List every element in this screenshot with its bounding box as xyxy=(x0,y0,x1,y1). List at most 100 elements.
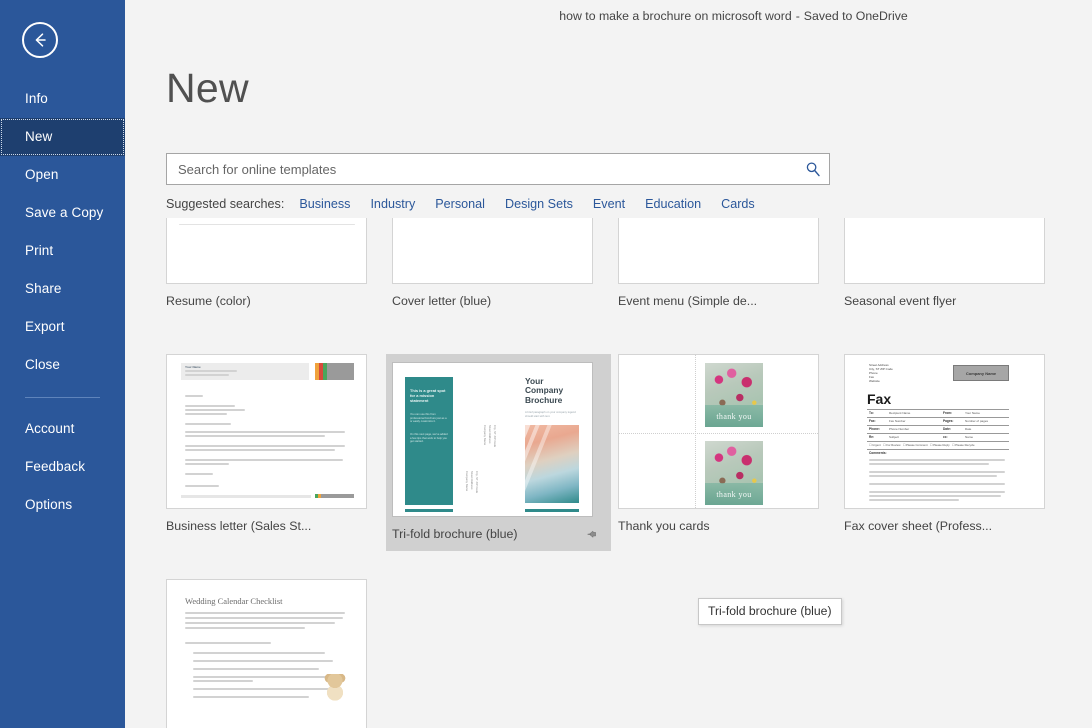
suggested-search-design-sets[interactable]: Design Sets xyxy=(505,197,573,211)
word-backstage-new-screen: Info New Open Save a Copy Print Share Ex… xyxy=(0,0,1092,728)
template-cell: Street Address City, ST ZIP Code Phone F… xyxy=(844,354,1070,579)
template-thumbnail-thank-you-cards[interactable]: thank you thank you xyxy=(618,354,819,509)
sidebar-item-share[interactable]: Share xyxy=(0,270,125,308)
sidebar-item-label: Options xyxy=(25,497,72,512)
suggested-search-business[interactable]: Business xyxy=(299,197,350,211)
sidebar-item-label: Info xyxy=(25,91,48,106)
sidebar-item-options[interactable]: Options xyxy=(0,486,125,524)
pushpin-icon[interactable] xyxy=(586,528,599,541)
template-thumbnail-event-menu[interactable] xyxy=(618,218,819,284)
template-name: Cover letter (blue) xyxy=(392,294,599,308)
wedding-bear-illustration xyxy=(323,674,347,704)
template-card-wedding-calendar-checklist[interactable]: Wedding Calendar Checklist xyxy=(166,579,379,728)
fax-company-box: Company Name xyxy=(953,365,1009,381)
sidebar-item-save-a-copy[interactable]: Save a Copy xyxy=(0,194,125,232)
backstage-sidebar: Info New Open Save a Copy Print Share Ex… xyxy=(0,0,125,728)
template-card-fax-cover-sheet[interactable]: Street Address City, ST ZIP Code Phone F… xyxy=(844,354,1057,543)
template-caption: Seasonal event flyer xyxy=(844,284,1057,318)
search-icon[interactable] xyxy=(805,161,821,177)
document-name: how to make a brochure on microsoft word xyxy=(559,9,791,23)
sidebar-item-label: Close xyxy=(25,357,60,372)
window-title-bar: how to make a brochure on microsoft word… xyxy=(250,0,1092,32)
template-thumbnail-wedding-calendar-checklist[interactable]: Wedding Calendar Checklist xyxy=(166,579,367,728)
page-title: New xyxy=(166,65,249,112)
sidebar-item-label: Export xyxy=(25,319,65,334)
back-arrow-icon[interactable] xyxy=(22,22,58,58)
search-box[interactable] xyxy=(166,153,830,185)
template-thumbnail-cover-letter-blue[interactable]: Your Name xyxy=(392,218,593,284)
template-card-resume-color[interactable]: COMMUNICATION LEADERSHIP Experience JOB … xyxy=(166,218,379,318)
template-name: Fax cover sheet (Profess... xyxy=(844,519,1051,533)
sidebar-item-label: New xyxy=(25,129,52,144)
sidebar-item-close[interactable]: Close xyxy=(0,346,125,384)
sidebar-item-label: Share xyxy=(25,281,62,296)
sidebar-divider xyxy=(25,397,100,398)
template-caption: Resume (color) xyxy=(166,284,379,318)
template-thumbnail-seasonal-event-flyer[interactable]: TITLE HERE Event Description Heading COM… xyxy=(844,218,1045,284)
sidebar-item-label: Open xyxy=(25,167,58,182)
search-row xyxy=(166,153,830,185)
sidebar-item-new[interactable]: New xyxy=(0,118,125,156)
suggested-searches: Suggested searches: Business Industry Pe… xyxy=(166,197,775,211)
thank-you-card-bottom: thank you xyxy=(705,441,763,505)
suggested-search-event[interactable]: Event xyxy=(593,197,625,211)
template-cell: TITLE HERE Event Description Heading COM… xyxy=(844,218,1070,354)
template-caption: Thank you cards xyxy=(618,509,831,543)
template-gallery-grid: COMMUNICATION LEADERSHIP Experience JOB … xyxy=(166,218,1086,728)
sidebar-item-export[interactable]: Export xyxy=(0,308,125,346)
template-thumbnail-fax-cover-sheet[interactable]: Street Address City, ST ZIP Code Phone F… xyxy=(844,354,1045,509)
brochure-address-2: Company Name xyxy=(465,471,469,491)
sidebar-item-label: Print xyxy=(25,243,53,258)
sidebar-item-account[interactable]: Account xyxy=(0,410,125,448)
template-card-business-letter[interactable]: Your Name xyxy=(166,354,379,543)
sidebar-item-feedback[interactable]: Feedback xyxy=(0,448,125,486)
fax-title: Fax xyxy=(867,391,891,407)
template-name: Resume (color) xyxy=(166,294,373,308)
brochure-subtitle: A brief paragraph on your company legend… xyxy=(525,411,577,418)
backstage-nav-list: Info New Open Save a Copy Print Share Ex… xyxy=(0,80,125,524)
template-tooltip: Tri-fold brochure (blue) xyxy=(698,598,842,625)
brochure-address-1: Company Name xyxy=(483,425,487,445)
template-card-seasonal-event-flyer[interactable]: TITLE HERE Event Description Heading COM… xyxy=(844,218,1057,318)
template-card-tri-fold-brochure-blue[interactable]: This is a great spot for a mission state… xyxy=(386,354,611,551)
wedding-title: Wedding Calendar Checklist xyxy=(185,596,283,606)
brochure-title: Your Company Brochure xyxy=(525,377,579,405)
sidebar-item-print[interactable]: Print xyxy=(0,232,125,270)
template-cell: COMMUNICATION LEADERSHIP Experience JOB … xyxy=(166,218,392,354)
backstage-main-pane: how to make a brochure on microsoft word… xyxy=(125,0,1092,728)
template-cell: Wedding Calendar Checklist xyxy=(166,579,392,728)
suggested-search-personal[interactable]: Personal xyxy=(435,197,485,211)
title-separator: - xyxy=(792,9,804,23)
thank-you-card-top: thank you xyxy=(705,363,763,427)
brochure-photo xyxy=(525,425,579,503)
template-name: Business letter (Sales St... xyxy=(166,519,373,533)
suggested-search-education[interactable]: Education xyxy=(645,197,701,211)
sidebar-item-label: Save a Copy xyxy=(25,205,103,220)
suggested-searches-label: Suggested searches: xyxy=(166,197,284,211)
template-cell: thank you thank you Thank you cards xyxy=(618,354,844,579)
template-cell: Your Name Cover letter (blue) xyxy=(392,218,618,354)
template-cell: This is a great spot for a mission state… xyxy=(392,354,618,579)
template-card-event-menu[interactable]: Event menu (Simple de... xyxy=(618,218,831,318)
brochure-mission-panel: This is a great spot for a mission state… xyxy=(405,377,453,505)
template-cell: Event menu (Simple de... xyxy=(618,218,844,354)
template-card-thank-you-cards[interactable]: thank you thank you Thank you cards xyxy=(618,354,831,543)
template-card-cover-letter-blue[interactable]: Your Name Cover letter (blue) xyxy=(392,218,605,318)
template-caption: Event menu (Simple de... xyxy=(618,284,831,318)
template-caption: Cover letter (blue) xyxy=(392,284,605,318)
template-thumbnail-resume-color[interactable]: COMMUNICATION LEADERSHIP Experience JOB … xyxy=(166,218,367,284)
sidebar-item-label: Feedback xyxy=(25,459,85,474)
template-thumbnail-business-letter[interactable]: Your Name xyxy=(166,354,367,509)
template-gallery-scroll-region[interactable]: COMMUNICATION LEADERSHIP Experience JOB … xyxy=(125,218,1092,728)
search-input[interactable] xyxy=(178,162,805,177)
template-name: Seasonal event flyer xyxy=(844,294,1051,308)
sidebar-item-label: Account xyxy=(25,421,74,436)
template-name: Tri-fold brochure (blue) xyxy=(392,527,580,541)
sidebar-item-open[interactable]: Open xyxy=(0,156,125,194)
template-caption: Business letter (Sales St... xyxy=(166,509,379,543)
template-thumbnail-tri-fold-brochure-blue[interactable]: This is a great spot for a mission state… xyxy=(392,362,593,517)
suggested-search-cards[interactable]: Cards xyxy=(721,197,755,211)
sidebar-item-info[interactable]: Info xyxy=(0,80,125,118)
save-status: Saved to OneDrive xyxy=(804,9,908,23)
suggested-search-industry[interactable]: Industry xyxy=(370,197,415,211)
